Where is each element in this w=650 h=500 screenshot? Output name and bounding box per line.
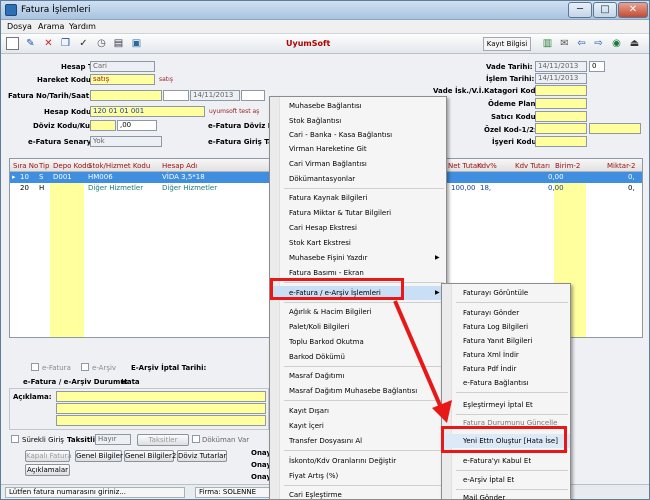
- annotation-arrow-icon: [393, 300, 452, 423]
